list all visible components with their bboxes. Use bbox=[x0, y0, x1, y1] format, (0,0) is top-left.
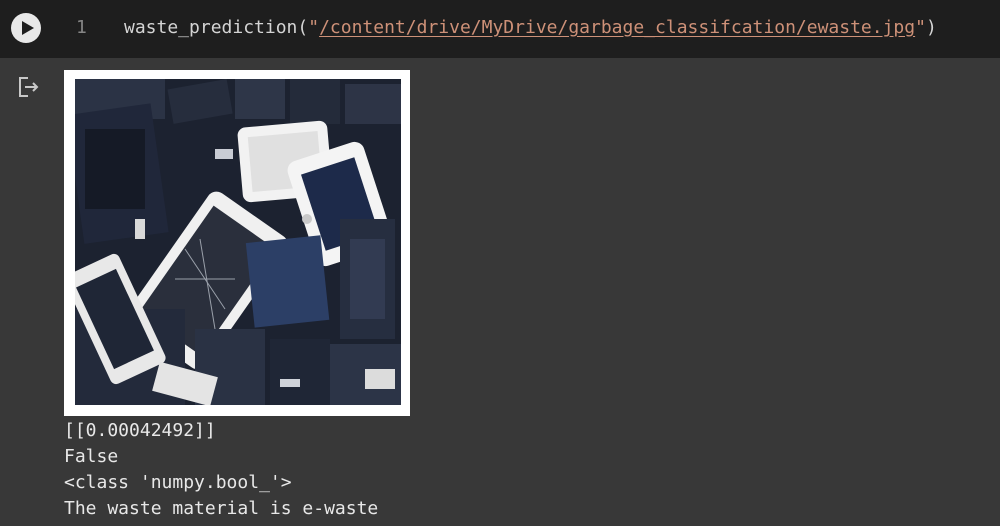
code-quote-open: " bbox=[308, 17, 320, 38]
output-text: [[0.00042492]] False <class 'numpy.bool_… bbox=[64, 418, 378, 522]
output-line-type: <class 'numpy.bool_'> bbox=[64, 472, 292, 493]
run-cell-button[interactable] bbox=[11, 13, 41, 43]
code-function-call: waste_prediction( bbox=[124, 17, 309, 38]
output-line-prediction: [[0.00042492]] bbox=[64, 420, 216, 441]
code-file-path-link[interactable]: /content/drive/MyDrive/garbage_classifca… bbox=[319, 17, 915, 38]
output-line-result: The waste material is e-waste bbox=[64, 498, 379, 519]
line-number: 1 bbox=[76, 17, 87, 38]
code-line[interactable]: waste_prediction("/content/drive/MyDrive… bbox=[124, 17, 937, 39]
e-waste-phones-image bbox=[75, 79, 401, 405]
code-quote-close: " bbox=[915, 17, 926, 38]
output-line-boolean: False bbox=[64, 446, 119, 467]
code-closing-paren: ) bbox=[925, 17, 937, 38]
output-image-frame bbox=[64, 70, 410, 416]
output-exit-icon[interactable] bbox=[16, 75, 40, 99]
play-icon bbox=[22, 21, 34, 35]
code-cell[interactable]: 1 waste_prediction("/content/drive/MyDri… bbox=[0, 0, 1000, 58]
